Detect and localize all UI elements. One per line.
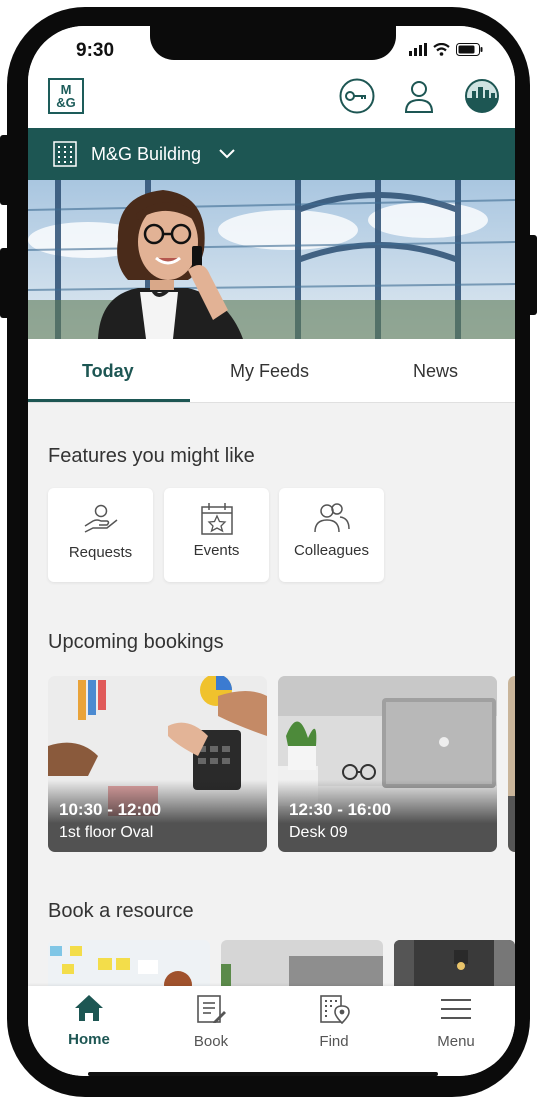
side-button <box>0 135 10 205</box>
side-button <box>527 235 537 315</box>
nav-label: Menu <box>437 1033 475 1050</box>
app-header: M &G <box>28 78 515 128</box>
hero-banner-image <box>28 180 515 339</box>
key-icon[interactable] <box>339 78 375 114</box>
profile-icon[interactable] <box>401 78 437 114</box>
nav-label: Book <box>193 1033 229 1050</box>
home-indicator <box>88 1072 438 1076</box>
phone-notch <box>150 26 396 60</box>
brand-logo[interactable]: M &G <box>48 78 84 114</box>
booking-time: 12:30 - 16:00 <box>289 800 392 819</box>
resources-section-title: Book a resource <box>48 900 194 922</box>
feature-card-colleagues[interactable]: Colleagues <box>279 488 384 582</box>
nav-menu[interactable]: Menu <box>411 994 501 1050</box>
avatar-icon[interactable] <box>464 78 500 114</box>
menu-icon <box>441 999 471 1019</box>
nav-find[interactable]: Find <box>289 994 379 1050</box>
bookings-section-title: Upcoming bookings <box>48 631 224 653</box>
people-icon <box>314 503 350 533</box>
feature-label: Events <box>193 542 240 559</box>
features-section-title: Features you might like <box>48 445 255 467</box>
woman-on-phone-image <box>28 180 515 339</box>
logo-line-2: &G <box>56 95 76 110</box>
feed-tabs: Today My Feeds News <box>28 339 515 403</box>
feature-label: Requests <box>68 544 133 561</box>
nav-label: Home <box>68 1031 110 1048</box>
home-icon <box>75 995 103 1021</box>
building-icon <box>53 141 77 167</box>
tab-news[interactable]: News <box>413 361 458 382</box>
booking-time: 10:30 - 12:00 <box>59 800 162 819</box>
book-icon <box>197 995 226 1023</box>
nav-home[interactable]: Home <box>44 994 134 1048</box>
bottom-navigation: Home Book Find Menu <box>28 986 515 1076</box>
feature-card-events[interactable]: Events <box>164 488 269 582</box>
nav-label: Find <box>319 1033 349 1050</box>
status-time: 9:30 <box>76 40 115 61</box>
booking-image <box>508 676 515 852</box>
booking-card[interactable]: 12:30 - 16:00 Desk 09 <box>278 676 497 852</box>
tab-today[interactable]: Today <box>82 361 134 382</box>
app-screen: 9:30 M &G M&G Building Today My Feeds Ne… <box>28 26 515 1076</box>
active-tab-indicator <box>28 399 190 402</box>
nav-book[interactable]: Book <box>166 994 256 1050</box>
booking-card[interactable]: 10:30 - 12:00 1st floor Oval <box>48 676 267 852</box>
building-selector[interactable]: M&G Building <box>28 128 515 180</box>
feature-label: Colleagues <box>293 542 370 559</box>
side-button <box>0 248 10 318</box>
signal-icon <box>409 43 427 56</box>
booking-location: Desk 09 <box>289 824 348 841</box>
calendar-star-icon <box>201 503 233 535</box>
wifi-icon <box>433 43 450 56</box>
tab-my-feeds[interactable]: My Feeds <box>230 361 309 382</box>
booking-card-peek[interactable] <box>508 676 515 852</box>
booking-location: 1st floor Oval <box>59 824 154 841</box>
feature-card-requests[interactable]: Requests <box>48 488 153 582</box>
status-icons <box>409 43 483 56</box>
building-name: M&G Building <box>91 144 202 164</box>
hand-person-icon <box>84 504 118 533</box>
chevron-down-icon <box>219 149 235 159</box>
battery-icon <box>456 43 483 56</box>
find-building-icon <box>320 995 350 1025</box>
